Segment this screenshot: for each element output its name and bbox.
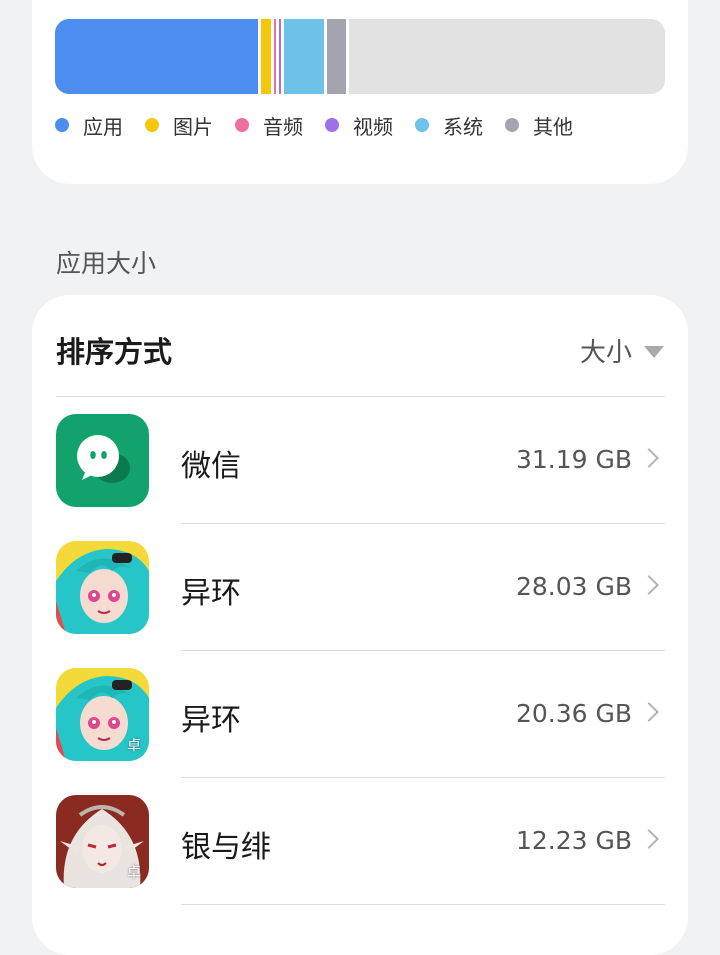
yinyufei-icon: 卓	[56, 795, 149, 888]
legend-label: 系统	[443, 114, 483, 139]
storage-legend: 应用 图片 音频 视频 系统 其他	[55, 110, 665, 140]
legend-dot	[145, 118, 159, 132]
legend-dot	[505, 118, 519, 132]
legend-dot	[415, 118, 429, 132]
section-title-app-size: 应用大小	[56, 249, 157, 278]
storage-bar-segment	[55, 19, 259, 94]
caret-down-icon	[644, 346, 664, 358]
sort-label: 排序方式	[56, 335, 173, 369]
sort-value: 大小	[579, 337, 632, 368]
wechat-icon	[56, 414, 149, 507]
chevron-right-icon	[639, 575, 659, 595]
legend-item-audio: 音频	[235, 111, 303, 140]
storage-bar	[55, 19, 665, 94]
legend-label: 应用	[83, 114, 123, 139]
legend-item-other: 其他	[505, 111, 573, 140]
app-size: 12.23 GB	[515, 826, 632, 855]
chevron-right-icon	[639, 829, 659, 849]
storage-bar-segment	[283, 19, 325, 94]
legend-label: 视频	[353, 114, 393, 139]
app-row-wechat[interactable]: 微信 31.19 GB	[32, 397, 688, 524]
badge-zhuo: 卓	[127, 865, 141, 881]
app-row-yihuan-2[interactable]: 卓 异环 20.36 GB	[32, 651, 688, 778]
sort-dropdown[interactable]: 大小	[580, 332, 664, 369]
app-name: 异环	[181, 576, 241, 611]
legend-label: 其他	[533, 114, 573, 139]
app-size-card: 排序方式 大小 微信 31.19 GB 异环 28.03 GB 卓 异环 20.…	[32, 295, 688, 955]
legend-dot	[55, 118, 69, 132]
divider	[181, 904, 665, 905]
app-size: 20.36 GB	[515, 699, 632, 728]
yihuan-icon	[56, 541, 149, 634]
app-row-yinyufei[interactable]: 卓 银与绯 12.23 GB	[32, 778, 688, 905]
legend-dot	[325, 118, 339, 132]
app-name: 银与绯	[181, 830, 271, 865]
storage-bar-segment	[261, 19, 271, 94]
app-name: 微信	[181, 449, 241, 484]
chevron-right-icon	[639, 448, 659, 468]
legend-dot	[235, 118, 249, 132]
storage-card: 应用 图片 音频 视频 系统 其他	[32, 0, 688, 184]
app-size: 28.03 GB	[515, 572, 632, 601]
app-name: 异环	[181, 703, 241, 738]
storage-bar-gap	[345, 19, 349, 94]
legend-item-system: 系统	[415, 111, 483, 140]
chevron-right-icon	[639, 702, 659, 722]
legend-label: 图片	[173, 114, 213, 139]
app-size: 31.19 GB	[515, 445, 632, 474]
legend-item-apps: 应用	[55, 111, 123, 140]
storage-bar-segment	[327, 19, 346, 94]
sort-row[interactable]: 排序方式 大小	[56, 327, 664, 373]
yihuan-icon: 卓	[56, 668, 149, 761]
app-row-yihuan[interactable]: 异环 28.03 GB	[32, 524, 688, 651]
legend-item-video: 视频	[325, 111, 393, 140]
legend-item-images: 图片	[145, 111, 213, 140]
legend-label: 音频	[263, 114, 303, 139]
badge-zhuo: 卓	[127, 738, 141, 754]
